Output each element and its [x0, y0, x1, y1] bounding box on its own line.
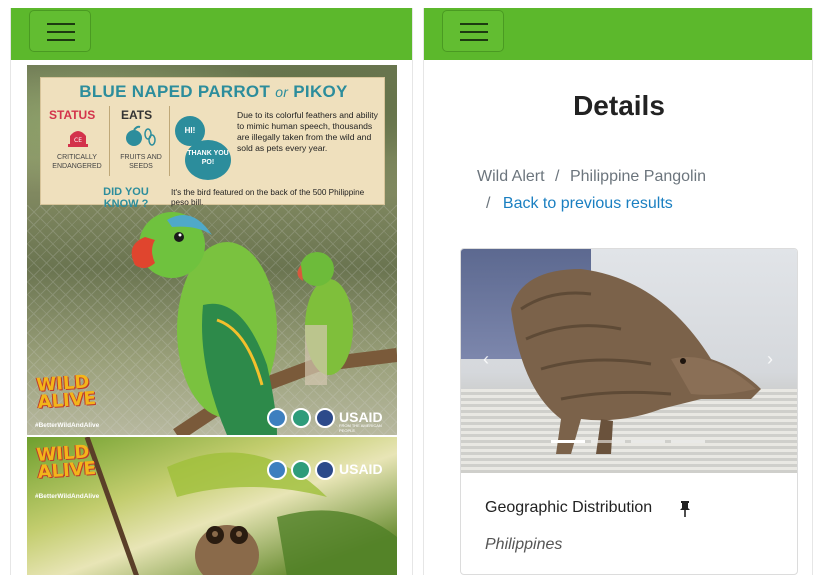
eats-label: EATS	[121, 108, 153, 122]
usaid-logo-subtext: FROM THE AMERICAN PEOPLE	[339, 423, 382, 433]
usaid-seal-icon	[315, 460, 335, 480]
top-navbar	[424, 8, 812, 60]
carousel-indicators	[551, 440, 711, 444]
menu-icon	[460, 23, 488, 25]
divider	[169, 106, 170, 176]
logo-line: ALIVE	[36, 387, 97, 413]
eats-description: FRUITS AND SEEDS	[120, 154, 162, 170]
breadcrumb-line: Wild Alert / Philippine Pangolin	[477, 168, 706, 186]
menu-icon-bar	[460, 39, 488, 41]
wild-alive-logo: WILD ALIVE	[36, 441, 97, 483]
hamburger-menu-button[interactable]	[29, 10, 91, 52]
carousel-indicator[interactable]	[671, 440, 705, 443]
wild-alive-logo: WILD ALIVE	[36, 371, 97, 413]
logo-line: ALIVE	[36, 457, 97, 483]
geographic-distribution-value: Philippines	[485, 536, 563, 553]
species-info-card: BLUE NAPED PARROT or PIKOY STATUS CE CRI…	[40, 77, 386, 210]
breadcrumb-current: Philippine Pangolin	[569, 168, 707, 185]
hashtag: #BetterWildAndAlive	[35, 422, 100, 429]
parrot-poster[interactable]: BLUE NAPED PARROT or PIKOY STATUS CE CRI…	[27, 65, 397, 435]
menu-icon	[47, 23, 75, 25]
species-title-alt: PIKOY	[293, 82, 348, 101]
menu-icon-bar	[47, 39, 75, 41]
pin-icon	[680, 501, 690, 517]
menu-icon-bar	[47, 31, 75, 33]
chevron-right-icon[interactable]: ›	[767, 349, 773, 370]
species-title-or: or	[275, 84, 289, 100]
carousel-indicator[interactable]	[591, 440, 625, 443]
usaid-logo-text: USAID	[339, 461, 383, 477]
carousel-indicator[interactable]	[551, 440, 585, 443]
back-to-results-link[interactable]: Back to previous results	[503, 195, 673, 212]
species-title: BLUE NAPED PARROT or PIKOY	[41, 82, 386, 102]
partner-logos: USAID FROM THE AMERICAN PEOPLE	[267, 407, 395, 433]
usaid-seal-icon	[315, 408, 335, 428]
divider	[109, 106, 110, 176]
fruit-icon	[126, 125, 156, 146]
left-phone-screen: BLUE NAPED PARROT or PIKOY STATUS CE CRI…	[10, 8, 413, 575]
speech-bubble-thanks: THANK YOU PO!	[185, 140, 231, 180]
breadcrumb-line: / Back to previous results	[486, 195, 673, 213]
status-badge: CE	[74, 137, 82, 144]
card-body: Geographic Distribution Philippines	[461, 473, 797, 574]
partner-logo-icon	[267, 408, 287, 428]
tarsier-poster[interactable]: WILD ALIVE #BetterWildAndAlive USAID	[27, 437, 397, 575]
partner-logos: USAID	[267, 459, 395, 481]
status-description: CRITICALLY ENDANGERED	[52, 154, 102, 170]
image-carousel[interactable]: ‹ ›	[461, 249, 797, 473]
top-navbar	[11, 8, 412, 60]
species-title-main: BLUE NAPED PARROT	[79, 82, 271, 101]
breadcrumb-root[interactable]: Wild Alert	[477, 168, 545, 185]
chevron-left-icon[interactable]: ‹	[483, 349, 489, 370]
partner-logo-icon	[291, 408, 311, 428]
geographic-distribution-heading: Geographic Distribution	[485, 499, 653, 516]
breadcrumb-separator: /	[555, 168, 560, 185]
species-detail-card: ‹ › Geographic Distribution Philippines	[460, 248, 798, 575]
menu-icon-bar	[460, 31, 488, 33]
hashtag: #BetterWildAndAlive	[35, 493, 100, 500]
partner-logo-icon	[267, 460, 287, 480]
status-label: STATUS	[49, 108, 96, 122]
did-you-know-label: DID YOU KNOW ?	[103, 186, 149, 210]
right-phone-screen: Details Wild Alert / Philippine Pangolin…	[423, 8, 813, 575]
carousel-indicator[interactable]	[631, 440, 665, 443]
alarm-icon: CE	[68, 131, 88, 147]
partner-logo-icon	[291, 460, 311, 480]
did-you-know-fact: It's the bird featured on the back of th…	[171, 188, 365, 207]
breadcrumb-separator: /	[486, 195, 491, 212]
page-title: Details	[573, 90, 665, 121]
species-description: Due to its colorful feathers and ability…	[237, 110, 378, 153]
hamburger-menu-button[interactable]	[442, 10, 504, 52]
